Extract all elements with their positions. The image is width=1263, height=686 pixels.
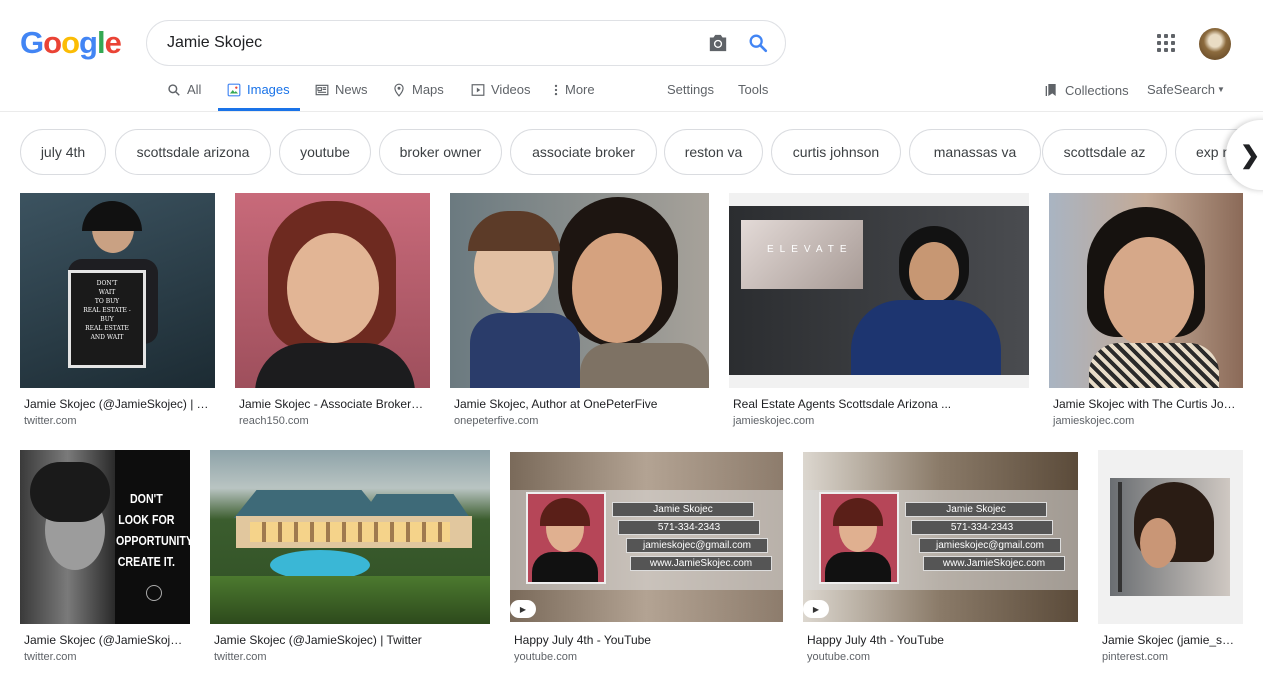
result-title[interactable]: Happy July 4th - YouTube bbox=[514, 633, 779, 647]
person-face bbox=[287, 233, 379, 343]
result-title[interactable]: Jamie Skojec (@JamieSkojec) | Twitter bbox=[24, 397, 211, 411]
apps-grid-icon[interactable] bbox=[1157, 34, 1175, 52]
result-source[interactable]: reach150.com bbox=[239, 415, 309, 427]
news-icon bbox=[315, 84, 329, 95]
quote-text: DON'T LOOK FOR OPPORTUNITY. CREATE IT. bbox=[116, 491, 190, 569]
result-image[interactable] bbox=[450, 193, 709, 388]
chip[interactable]: reston va bbox=[664, 129, 763, 175]
result-title[interactable]: Jamie Skojec (@JamieSkojec) | Twitter bbox=[24, 633, 186, 647]
result-source[interactable]: jamieskojec.com bbox=[733, 415, 814, 427]
person-face bbox=[1140, 518, 1176, 568]
chip[interactable]: associate broker bbox=[510, 129, 657, 175]
person-face bbox=[1104, 237, 1194, 347]
avatar[interactable] bbox=[1199, 28, 1231, 60]
tab-label: Images bbox=[247, 82, 290, 97]
chip[interactable]: july 4th bbox=[20, 129, 106, 175]
tab-more[interactable]: More bbox=[553, 82, 595, 97]
header-divider bbox=[0, 111, 1263, 112]
chip[interactable]: manassas va bbox=[909, 129, 1041, 175]
bookmark-icon bbox=[1045, 84, 1056, 96]
result-image[interactable]: DON'T WAIT TO BUY REAL ESTATE - BUY REAL… bbox=[20, 193, 215, 388]
play-icon bbox=[471, 83, 485, 96]
card-website: www.JamieSkojec.com bbox=[630, 556, 772, 571]
tab-all[interactable]: All bbox=[167, 82, 201, 97]
result-image[interactable] bbox=[1049, 193, 1243, 388]
card-email: jamieskojec@gmail.com bbox=[626, 538, 768, 553]
card-email: jamieskojec@gmail.com bbox=[919, 538, 1061, 553]
video-overlay-text: ELEVATE bbox=[741, 220, 863, 289]
result-title[interactable]: Happy July 4th - YouTube bbox=[807, 633, 1074, 647]
tab-maps[interactable]: Maps bbox=[392, 82, 444, 97]
logo-letter: o bbox=[43, 25, 62, 60]
tab-label: News bbox=[335, 82, 368, 97]
tab-label: Maps bbox=[412, 82, 444, 97]
tab-videos[interactable]: Videos bbox=[471, 82, 531, 97]
tab-images[interactable]: Images bbox=[227, 82, 290, 97]
logo-letter: g bbox=[79, 25, 98, 60]
caret-down-icon: ▼ bbox=[1216, 85, 1225, 94]
result-source[interactable]: pinterest.com bbox=[1102, 651, 1168, 663]
result-source[interactable]: youtube.com bbox=[514, 651, 577, 663]
search-input[interactable] bbox=[167, 34, 687, 52]
logo-letter: G bbox=[20, 25, 44, 60]
result-title[interactable]: Real Estate Agents Scottsdale Arizona ..… bbox=[733, 397, 1025, 411]
more-vert-icon bbox=[554, 84, 558, 95]
result-title[interactable]: Jamie Skojec with The Curtis Johnson bbox=[1053, 397, 1239, 411]
chip[interactable]: broker owner bbox=[379, 129, 502, 175]
search-tabs: All Images News Maps Videos More Setting… bbox=[0, 82, 1263, 104]
logo-letter: o bbox=[61, 25, 80, 60]
search-icon bbox=[168, 83, 180, 96]
play-icon: ▶ bbox=[803, 600, 829, 618]
person-face bbox=[909, 242, 959, 302]
person-face bbox=[572, 233, 662, 343]
chip[interactable]: scottsdale arizona bbox=[115, 129, 271, 175]
result-source[interactable]: twitter.com bbox=[214, 651, 267, 663]
result-title[interactable]: Jamie Skojec (@JamieSkojec) | Twitter bbox=[214, 633, 486, 647]
result-image[interactable] bbox=[210, 450, 490, 624]
logo-letter: e bbox=[104, 25, 122, 60]
card-name: Jamie Skojec bbox=[612, 502, 754, 517]
images-icon bbox=[227, 83, 241, 96]
card-phone: 571-334-2343 bbox=[618, 520, 760, 535]
tools-link[interactable]: Tools bbox=[738, 82, 768, 97]
tab-label: All bbox=[187, 82, 202, 97]
result-image[interactable]: Jamie Skojec 571-334-2343 jamieskojec@gm… bbox=[510, 452, 783, 622]
result-source[interactable]: youtube.com bbox=[807, 651, 870, 663]
google-logo[interactable]: Google bbox=[20, 25, 122, 61]
result-image[interactable]: DON'T LOOK FOR OPPORTUNITY. CREATE IT. bbox=[20, 450, 190, 624]
result-title[interactable]: Jamie Skojec (jamie_skojec) on Pinterest bbox=[1102, 633, 1239, 647]
result-source[interactable]: twitter.com bbox=[24, 651, 77, 663]
card-website: www.JamieSkojec.com bbox=[923, 556, 1065, 571]
safesearch-label: SafeSearch bbox=[1147, 82, 1215, 97]
result-title[interactable]: Jamie Skojec - Associate Broker - Reach1… bbox=[239, 397, 426, 411]
camera-icon[interactable] bbox=[707, 33, 729, 53]
result-title[interactable]: Jamie Skojec, Author at OnePeterFive bbox=[454, 397, 705, 411]
card-name: Jamie Skojec bbox=[905, 502, 1047, 517]
collections-label: Collections bbox=[1065, 82, 1129, 98]
settings-link[interactable]: Settings bbox=[667, 82, 714, 97]
logo-letter: l bbox=[96, 25, 106, 60]
collections-link[interactable]: Collections bbox=[1043, 82, 1129, 98]
chip[interactable]: curtis johnson bbox=[771, 129, 901, 175]
result-image[interactable]: ELEVATE bbox=[729, 193, 1029, 388]
result-source[interactable]: onepeterfive.com bbox=[454, 415, 538, 427]
search-icon[interactable] bbox=[747, 32, 769, 54]
letterboard-sign: DON'T WAIT TO BUY REAL ESTATE - BUY REAL… bbox=[68, 270, 146, 368]
result-image[interactable] bbox=[235, 193, 430, 388]
tab-label: Videos bbox=[491, 82, 531, 97]
card-phone: 571-334-2343 bbox=[911, 520, 1053, 535]
result-source[interactable]: jamieskojec.com bbox=[1053, 415, 1134, 427]
tab-news[interactable]: News bbox=[315, 82, 368, 97]
search-box bbox=[146, 20, 786, 66]
result-image[interactable]: Jamie Skojec 571-334-2343 jamieskojec@gm… bbox=[803, 452, 1078, 622]
play-icon: ▶ bbox=[510, 600, 536, 618]
chip[interactable]: scottsdale az bbox=[1042, 129, 1167, 175]
related-chips: july 4th scottsdale arizona youtube brok… bbox=[20, 129, 1263, 177]
result-source[interactable]: twitter.com bbox=[24, 415, 77, 427]
map-pin-icon bbox=[394, 83, 404, 97]
tab-label: More bbox=[565, 82, 595, 97]
result-image[interactable] bbox=[1098, 450, 1243, 624]
safesearch-dropdown[interactable]: SafeSearch ▼ bbox=[1147, 82, 1225, 97]
chip[interactable]: youtube bbox=[279, 129, 371, 175]
